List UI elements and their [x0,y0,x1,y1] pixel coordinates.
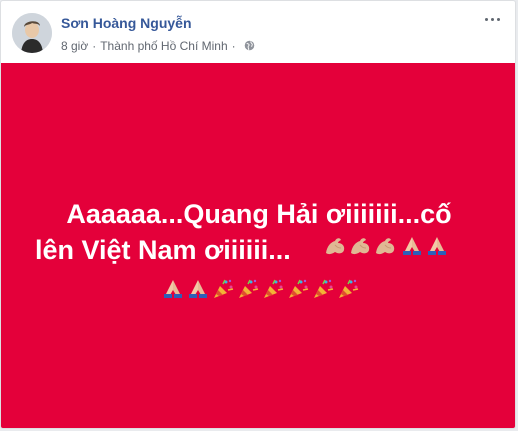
more-options-icon[interactable] [483,13,503,27]
flexed-biceps-icon [323,235,347,257]
party-popper-icon [286,278,310,300]
party-popper-icon [236,278,260,300]
post-time[interactable]: 8 giờ [61,39,88,53]
folded-hands-icon [186,278,210,300]
avatar[interactable] [12,13,52,53]
folded-hands-icon [425,235,449,257]
post-card: Sơn Hoàng Nguyễn 8 giờ · Thành phố Hồ Chí … [0,0,516,429]
post-meta: 8 giờ · Thành phố Hồ Chí Minh · [61,38,255,53]
party-popper-icon [336,278,360,300]
meta-separator: · [92,38,97,53]
emoji-row-2 [1,278,515,302]
flexed-biceps-icon [373,235,397,257]
party-popper-icon [211,278,235,300]
status-line-1: Aaaaaa...Quang Hải ơiiiiiii...cố [66,199,452,229]
globe-icon[interactable] [244,40,255,51]
meta-separator-2: · [231,38,236,53]
avatar-image [12,13,52,53]
party-popper-icon [311,278,335,300]
post-header: Sơn Hoàng Nguyễn 8 giờ · Thành phố Hồ Chí … [1,1,515,63]
party-popper-icon [261,278,285,300]
emoji-row-1 [1,235,515,259]
author-name[interactable]: Sơn Hoàng Nguyễn [61,15,192,31]
folded-hands-icon [400,235,424,257]
colored-status-banner: Aaaaaa...Quang Hải ơiiiiiii...cố lên Việ… [1,63,515,428]
flexed-biceps-icon [348,235,372,257]
post-location[interactable]: Thành phố Hồ Chí Minh [100,39,227,53]
folded-hands-icon [161,278,185,300]
